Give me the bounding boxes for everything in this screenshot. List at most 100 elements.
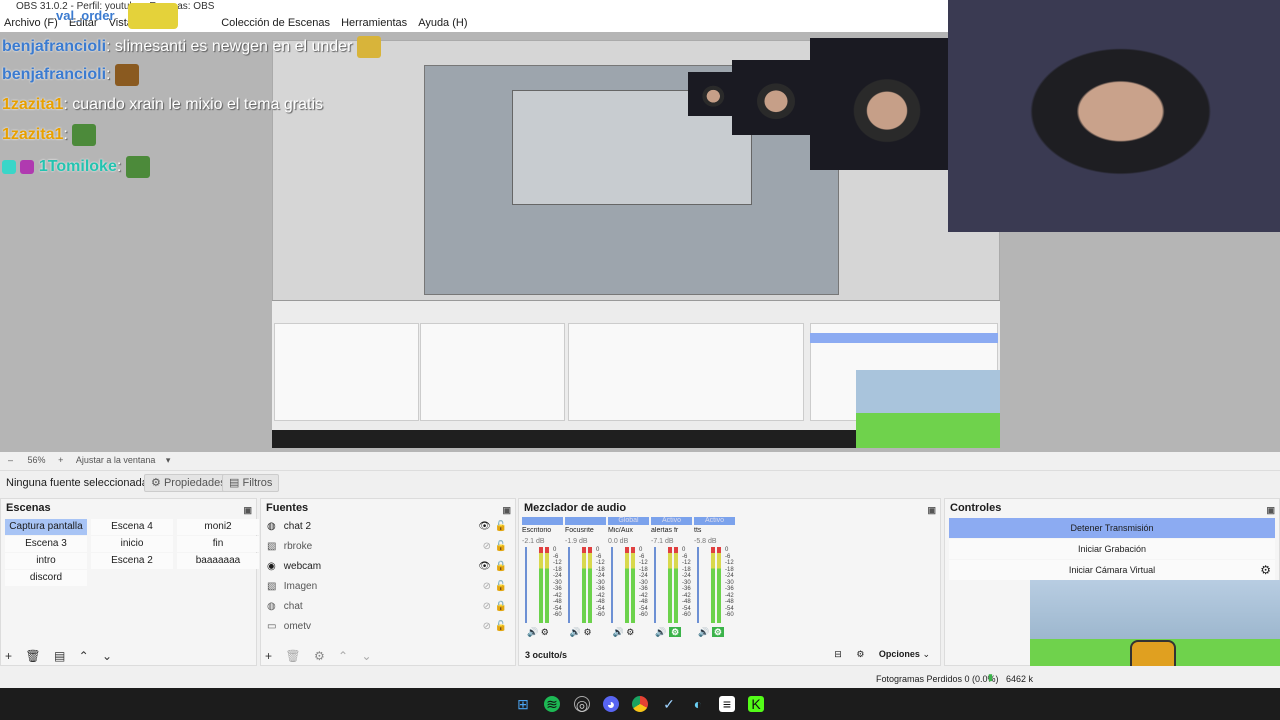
- volume-icon[interactable]: 🔊 ⚙: [527, 627, 568, 638]
- channel-name[interactable]: Escritorio: [522, 527, 563, 534]
- source-item[interactable]: ◉ webcam 👁 🔒: [261, 557, 515, 577]
- scene-item[interactable]: inicio: [91, 536, 173, 552]
- options-button[interactable]: Opciones: [879, 649, 920, 659]
- emote-icon: [72, 124, 97, 146]
- chevron-down-icon[interactable]: ⌄: [361, 649, 371, 663]
- chevron-up-icon[interactable]: ⌃: [79, 649, 89, 663]
- scene-item[interactable]: fin: [177, 536, 259, 552]
- chevron-down-icon[interactable]: ⌄: [922, 649, 930, 659]
- gear-icon[interactable]: ⚙: [314, 649, 325, 663]
- scene-item[interactable]: discord: [5, 570, 87, 586]
- channel-status: Activo: [694, 517, 735, 525]
- scene-item[interactable]: moni2: [177, 519, 259, 535]
- zoom-in-button[interactable]: +: [58, 455, 63, 465]
- add-icon[interactable]: +: [5, 649, 12, 663]
- scene-item[interactable]: Escena 3: [5, 536, 87, 552]
- scene-item[interactable]: intro: [5, 553, 87, 569]
- no-source-label: Ninguna fuente seleccionada: [6, 477, 148, 489]
- eye-icon[interactable]: 👁: [478, 557, 491, 577]
- menu-coleccion-escenas[interactable]: Colección de Escenas: [221, 14, 330, 32]
- chrome-icon[interactable]: [632, 696, 648, 712]
- fit-window-select[interactable]: Ajustar a la ventana: [76, 455, 156, 465]
- channel-name[interactable]: Mic/Aux: [608, 527, 649, 534]
- lock-icon[interactable]: 🔒: [495, 597, 507, 617]
- menu-herramientas[interactable]: Herramientas: [341, 14, 407, 32]
- volume-fader[interactable]: [568, 547, 570, 623]
- volume-icon[interactable]: 🔊 ⚙: [698, 627, 739, 638]
- webcam-feedback-4: [688, 72, 734, 116]
- camera-icon: ◉: [267, 561, 276, 572]
- eye-icon[interactable]: 👁: [478, 517, 491, 537]
- window-icon: ▭: [267, 621, 277, 632]
- level-meter: [545, 547, 549, 623]
- unlock-icon[interactable]: 🔓: [495, 617, 507, 637]
- level-meter: [668, 547, 672, 623]
- dock-menu-icon[interactable]: ▣: [1266, 501, 1275, 519]
- source-toolbar: Ninguna fuente seleccionada ⚙ Propiedade…: [0, 470, 1280, 496]
- start-virtual-camera-button[interactable]: Iniciar Cámara Virtual ⚙: [949, 560, 1275, 580]
- bitrate: 6462 k: [1006, 674, 1034, 684]
- chat-message: 1Tomiloke:: [2, 156, 150, 178]
- chat-message: 1zazita1: cuando xrain le mixio el tema …: [2, 96, 324, 113]
- steam-icon[interactable]: ✓: [661, 696, 677, 712]
- kick-icon[interactable]: K: [748, 696, 764, 712]
- scene-item[interactable]: Captura pantalla: [5, 519, 87, 535]
- add-icon[interactable]: +: [265, 649, 272, 663]
- filters-button[interactable]: ▤ Filtros: [222, 474, 280, 492]
- source-item[interactable]: ▭ ometv ⊘ 🔓: [261, 617, 515, 637]
- capcut-icon[interactable]: ≡: [719, 696, 735, 712]
- menu-ayuda[interactable]: Ayuda (H): [418, 14, 467, 32]
- menu-archivo[interactable]: Archivo (F): [4, 14, 58, 32]
- zoom-out-button[interactable]: –: [8, 455, 13, 465]
- properties-button[interactable]: ⚙ Propiedades: [144, 474, 233, 492]
- unlock-icon[interactable]: 🔓: [495, 517, 507, 537]
- dock-menu-icon[interactable]: ▣: [243, 501, 252, 519]
- channel-db: 0.0 dB: [608, 538, 629, 545]
- spotify-icon[interactable]: ≋: [544, 696, 560, 712]
- unlock-icon[interactable]: 🔓: [495, 537, 507, 557]
- channel-name[interactable]: Focusrite: [565, 527, 606, 534]
- eye-hidden-icon[interactable]: ⊘: [483, 577, 491, 597]
- volume-icon[interactable]: 🔊 ⚙: [570, 627, 611, 638]
- layout-icon[interactable]: ⊟: [834, 649, 842, 659]
- lock-icon[interactable]: 🔒: [495, 557, 507, 577]
- scenes-dock: Escenas ▣ Captura pantalla Escena 4 moni2…: [0, 498, 259, 666]
- source-item[interactable]: ◍ chat 2 👁 🔓: [261, 517, 515, 537]
- scene-item[interactable]: Escena 4: [91, 519, 173, 535]
- gear-icon[interactable]: ⚙: [856, 649, 864, 659]
- trash-icon[interactable]: 🗑: [285, 649, 300, 663]
- source-item[interactable]: ◍ chat ⊘ 🔒: [261, 597, 515, 617]
- filter-icon[interactable]: ▤: [54, 649, 65, 663]
- windows-start-icon[interactable]: ⊞: [515, 696, 531, 712]
- scene-item[interactable]: Escena 2: [91, 553, 173, 569]
- level-meter: [539, 547, 543, 623]
- source-item[interactable]: ▧ Imagen ⊘ 🔓: [261, 577, 515, 597]
- start-recording-button[interactable]: Iniciar Grabación: [949, 539, 1275, 559]
- eye-hidden-icon[interactable]: ⊘: [483, 597, 491, 617]
- scene-item[interactable]: baaaaaaa: [177, 553, 259, 569]
- chevron-down-icon[interactable]: ⌄: [102, 649, 112, 663]
- chevron-up-icon[interactable]: ⌃: [338, 649, 348, 663]
- discord-icon[interactable]: ◕: [603, 696, 619, 712]
- eye-hidden-icon[interactable]: ⊘: [483, 617, 491, 637]
- volume-icon[interactable]: 🔊 ⚙: [655, 627, 696, 638]
- trash-icon[interactable]: 🗑: [25, 649, 40, 663]
- edge-icon[interactable]: ◐: [690, 696, 706, 712]
- chevron-down-icon[interactable]: ▾: [166, 455, 171, 465]
- channel-name[interactable]: tts: [694, 527, 735, 534]
- source-item[interactable]: ▧ rbroke ⊘ 🔓: [261, 537, 515, 557]
- stop-stream-button[interactable]: Detener Transmisión: [949, 518, 1275, 538]
- channel-name[interactable]: alertas fr: [651, 527, 692, 534]
- volume-fader[interactable]: [697, 547, 699, 623]
- eye-hidden-icon[interactable]: ⊘: [483, 537, 491, 557]
- volume-fader[interactable]: [525, 547, 527, 623]
- obs-icon[interactable]: ◎: [574, 696, 590, 713]
- gear-icon[interactable]: ⚙: [1260, 560, 1271, 580]
- badge-icon: [2, 160, 16, 174]
- volume-fader[interactable]: [611, 547, 613, 623]
- unlock-icon[interactable]: 🔓: [495, 577, 507, 597]
- volume-icon[interactable]: 🔊 ⚙: [613, 627, 654, 638]
- volume-fader[interactable]: [654, 547, 656, 623]
- dock-menu-icon[interactable]: ▣: [927, 501, 936, 519]
- channel-status: Global: [608, 517, 649, 525]
